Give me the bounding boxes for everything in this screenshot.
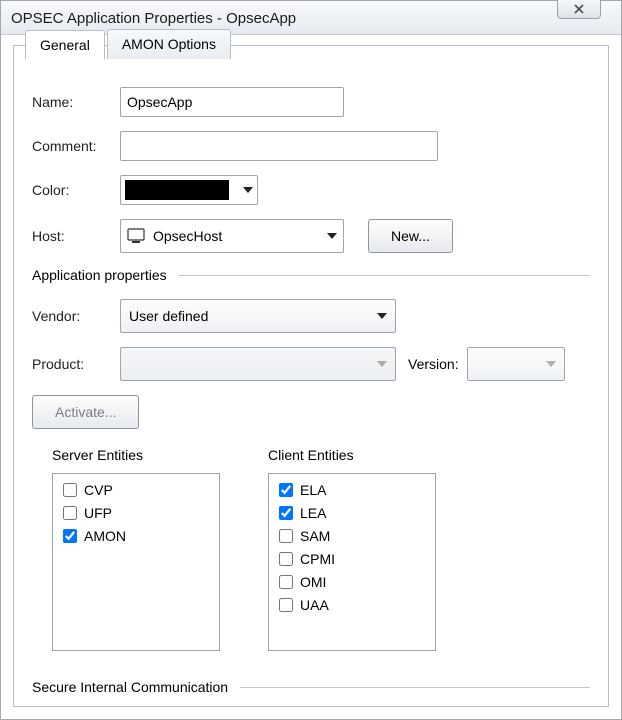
close-icon [573,3,585,15]
checkbox-cpmi[interactable] [279,552,293,566]
chevron-down-icon [546,361,556,367]
product-dropdown[interactable] [120,347,396,381]
vendor-dropdown[interactable]: User defined [120,299,396,333]
checkbox-sam[interactable] [279,529,293,543]
host-icon [127,228,145,244]
tab-content: Name: Comment: Color: Host: [13,45,609,707]
checkbox-omi[interactable] [279,575,293,589]
host-dropdown[interactable]: OpsecHost [120,219,344,253]
dialog-window: OPSEC Application Properties - OpsecApp … [0,0,622,720]
color-label: Color: [32,182,120,198]
vendor-value: User defined [129,308,208,324]
color-swatch [125,180,229,200]
label-cpmi[interactable]: CPMI [300,551,335,567]
checkbox-amon[interactable] [63,529,77,543]
divider [240,687,590,688]
comment-input[interactable] [120,131,438,161]
tab-amon-options[interactable]: AMON Options [107,29,231,59]
window-title: OPSEC Application Properties - OpsecApp [11,10,296,27]
close-button[interactable] [557,0,601,19]
label-omi[interactable]: OMI [300,574,326,590]
tab-general[interactable]: General [25,30,105,60]
name-label: Name: [32,94,120,110]
label-uaa[interactable]: UAA [300,597,329,613]
divider [179,275,590,276]
comment-label: Comment: [32,138,120,154]
client-entities-title: Client Entities [268,447,436,463]
checkbox-lea[interactable] [279,506,293,520]
entities-section: Server Entities CVP UFP AMON Client Enti… [52,447,590,651]
label-ela[interactable]: ELA [300,482,326,498]
chevron-down-icon [327,233,337,239]
general-form: Name: Comment: Color: Host: [32,59,590,695]
version-label: Version: [408,356,459,372]
chevron-down-icon [377,313,387,319]
label-sam[interactable]: SAM [300,528,330,544]
label-lea[interactable]: LEA [300,505,326,521]
version-dropdown[interactable] [467,347,565,381]
tab-strip: General AMON Options [25,29,233,59]
name-input[interactable] [120,87,344,117]
host-label: Host: [32,228,120,244]
host-value: OpsecHost [153,228,222,244]
product-label: Product: [32,356,120,372]
activate-button[interactable]: Activate... [32,395,139,429]
checkbox-ela[interactable] [279,483,293,497]
label-cvp[interactable]: CVP [84,482,113,498]
checkbox-ufp[interactable] [63,506,77,520]
new-host-button[interactable]: New... [368,219,453,253]
label-amon[interactable]: AMON [84,528,126,544]
chevron-down-icon [377,361,387,367]
vendor-label: Vendor: [32,308,120,324]
chevron-down-icon [243,187,253,193]
sic-header: Secure Internal Communication [32,679,228,695]
application-properties-header: Application properties [32,267,167,283]
server-entities-list: CVP UFP AMON [52,473,220,651]
server-entities-title: Server Entities [52,447,220,463]
color-dropdown[interactable] [120,175,258,205]
client-entities-list: ELA LEA SAM CPMI OMI UAA [268,473,436,651]
checkbox-cvp[interactable] [63,483,77,497]
label-ufp[interactable]: UFP [84,505,112,521]
checkbox-uaa[interactable] [279,598,293,612]
